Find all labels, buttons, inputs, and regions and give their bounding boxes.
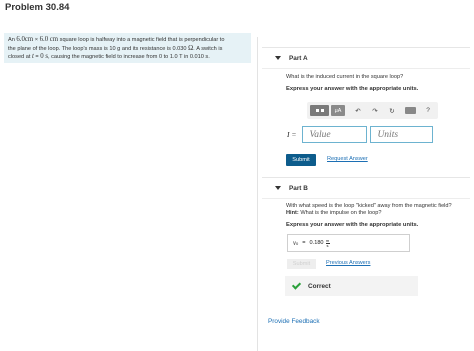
part-b-hint: Hint: What is the impulse on the loop? [286, 210, 382, 216]
part-a-answer-row: I = [287, 126, 434, 143]
title-bar: Problem 30.84 [0, 0, 474, 18]
answer-units: m s [325, 237, 330, 248]
problem-line-3: closed at t = 0 s, causing the magnetic … [8, 53, 210, 61]
part-a-instruction: Express your answer with the appropriate… [286, 86, 419, 92]
help-icon[interactable]: ? [423, 105, 433, 116]
keyboard-icon[interactable] [405, 107, 416, 114]
correct-feedback-box: Correct [285, 276, 418, 296]
units-mu-button[interactable]: μA [331, 105, 345, 116]
part-b-label: Part B [289, 184, 308, 192]
provide-feedback-link[interactable]: Provide Feedback [268, 318, 320, 325]
part-b-header[interactable]: Part B [262, 177, 470, 199]
redo-icon[interactable]: ↷ [370, 105, 380, 116]
page-title: Problem 30.84 [5, 2, 70, 13]
part-a-label: Part A [289, 54, 308, 62]
math-toolbar: μA ↶ ↷ ↻ ? [307, 102, 438, 119]
answer-value: 0.180 [309, 240, 324, 246]
part-b-answer-field: v0 = 0.180 m s [287, 234, 410, 252]
units-input[interactable] [370, 126, 434, 143]
problem-line-1: An 6.0cm × 6.0 cm square loop is halfway… [8, 36, 225, 43]
previous-answers-link[interactable]: Previous Answers [326, 260, 370, 266]
part-a-submit-button[interactable]: Submit [286, 154, 316, 166]
current-variable-label: I = [287, 130, 297, 139]
part-b-instruction: Express your answer with the appropriate… [286, 222, 419, 228]
request-answer-link[interactable]: Request Answer [327, 156, 368, 162]
part-a-header[interactable]: Part A [262, 47, 470, 69]
reset-icon[interactable]: ↻ [387, 105, 397, 116]
correct-status: Correct [308, 282, 331, 290]
collapse-triangle-icon[interactable] [275, 186, 281, 190]
part-b-submit-button: Submit [287, 259, 316, 269]
undo-icon[interactable]: ↶ [353, 105, 363, 116]
collapse-triangle-icon[interactable] [275, 56, 281, 60]
value-input[interactable] [302, 126, 368, 143]
template-grid-icon[interactable] [310, 105, 329, 116]
problem-line-2: the plane of the loop. The loop's mass i… [8, 44, 223, 52]
checkmark-icon [291, 279, 302, 290]
column-divider [257, 37, 258, 351]
part-a-question: What is the induced current in the squar… [286, 74, 404, 80]
problem-statement: An 6.0cm × 6.0 cm square loop is halfway… [4, 33, 251, 63]
